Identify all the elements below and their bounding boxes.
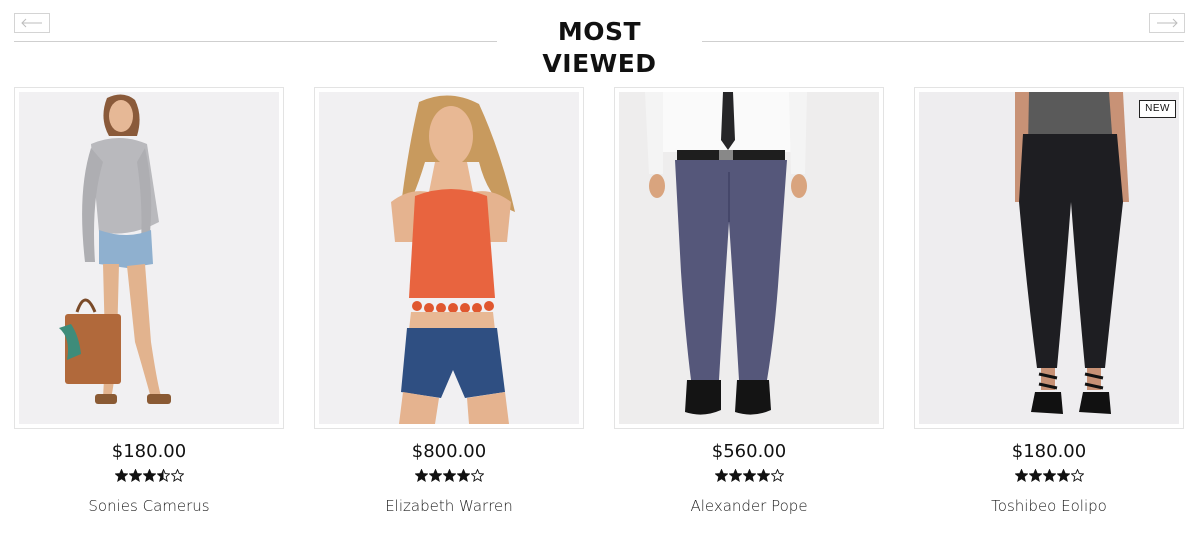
- star-filled-icon: [728, 469, 742, 482]
- star-filled-icon: [714, 469, 728, 482]
- product-image-woman-sweatshirt: [19, 92, 279, 424]
- star-filled-icon: [1028, 469, 1042, 482]
- product-photo[interactable]: [619, 92, 879, 424]
- product-image-frame[interactable]: [314, 87, 584, 429]
- section-header: MOST VIEWED: [0, 0, 1199, 78]
- star-filled-icon: [128, 469, 142, 482]
- next-button[interactable]: [1149, 13, 1185, 33]
- header-divider-left: [14, 41, 497, 42]
- star-empty-icon: [170, 469, 184, 482]
- product-image-woman-black-jeans: [919, 92, 1179, 424]
- product-image-frame[interactable]: [614, 87, 884, 429]
- rating-stars: [614, 469, 884, 482]
- star-filled-icon: [414, 469, 428, 482]
- star-filled-icon: [742, 469, 756, 482]
- product-card[interactable]: $560.00 Alexander Pope: [614, 87, 884, 527]
- section-title: MOST VIEWED: [542, 17, 657, 78]
- product-price: $180.00: [111, 441, 187, 462]
- product-image-frame[interactable]: NEW: [914, 87, 1184, 429]
- product-card[interactable]: $180.00 Sonies Camerus: [14, 87, 284, 527]
- product-photo[interactable]: NEW: [919, 92, 1179, 424]
- star-filled-icon: [114, 469, 128, 482]
- star-filled-icon: [456, 469, 470, 482]
- product-name[interactable]: Alexander Pope: [614, 497, 884, 515]
- star-half-icon: [156, 469, 170, 482]
- star-filled-icon: [1014, 469, 1028, 482]
- star-empty-icon: [770, 469, 784, 482]
- star-filled-icon: [142, 469, 156, 482]
- product-photo[interactable]: [19, 92, 279, 424]
- product-image-woman-crop-top: [319, 92, 579, 424]
- rating-stars: [14, 469, 284, 482]
- product-carousel: $180.00 Sonies Camerus $800.00 Elizabeth…: [0, 87, 1199, 527]
- new-badge: NEW: [1139, 100, 1176, 118]
- star-filled-icon: [1056, 469, 1070, 482]
- product-card[interactable]: NEW $180.00 Toshibeo Eolipo: [914, 87, 1184, 527]
- product-photo[interactable]: [319, 92, 579, 424]
- rating-stars: [314, 469, 584, 482]
- star-filled-icon: [442, 469, 456, 482]
- previous-button[interactable]: [14, 13, 50, 33]
- star-empty-icon: [1070, 469, 1084, 482]
- star-filled-icon: [756, 469, 770, 482]
- product-image-man-trousers: [619, 92, 879, 424]
- product-name[interactable]: Elizabeth Warren: [314, 497, 584, 515]
- product-price: $560.00: [711, 441, 787, 462]
- star-filled-icon: [428, 469, 442, 482]
- product-price: $180.00: [1011, 441, 1087, 462]
- product-card[interactable]: $800.00 Elizabeth Warren: [314, 87, 584, 527]
- arrow-left-icon: [21, 18, 42, 28]
- star-empty-icon: [470, 469, 484, 482]
- star-filled-icon: [1042, 469, 1056, 482]
- product-price: $800.00: [411, 441, 487, 462]
- rating-stars: [914, 469, 1184, 482]
- product-name[interactable]: Toshibeo Eolipo: [914, 497, 1184, 515]
- header-divider-right: [702, 41, 1184, 42]
- arrow-right-icon: [1157, 18, 1178, 28]
- product-image-frame[interactable]: [14, 87, 284, 429]
- product-name[interactable]: Sonies Camerus: [14, 497, 284, 515]
